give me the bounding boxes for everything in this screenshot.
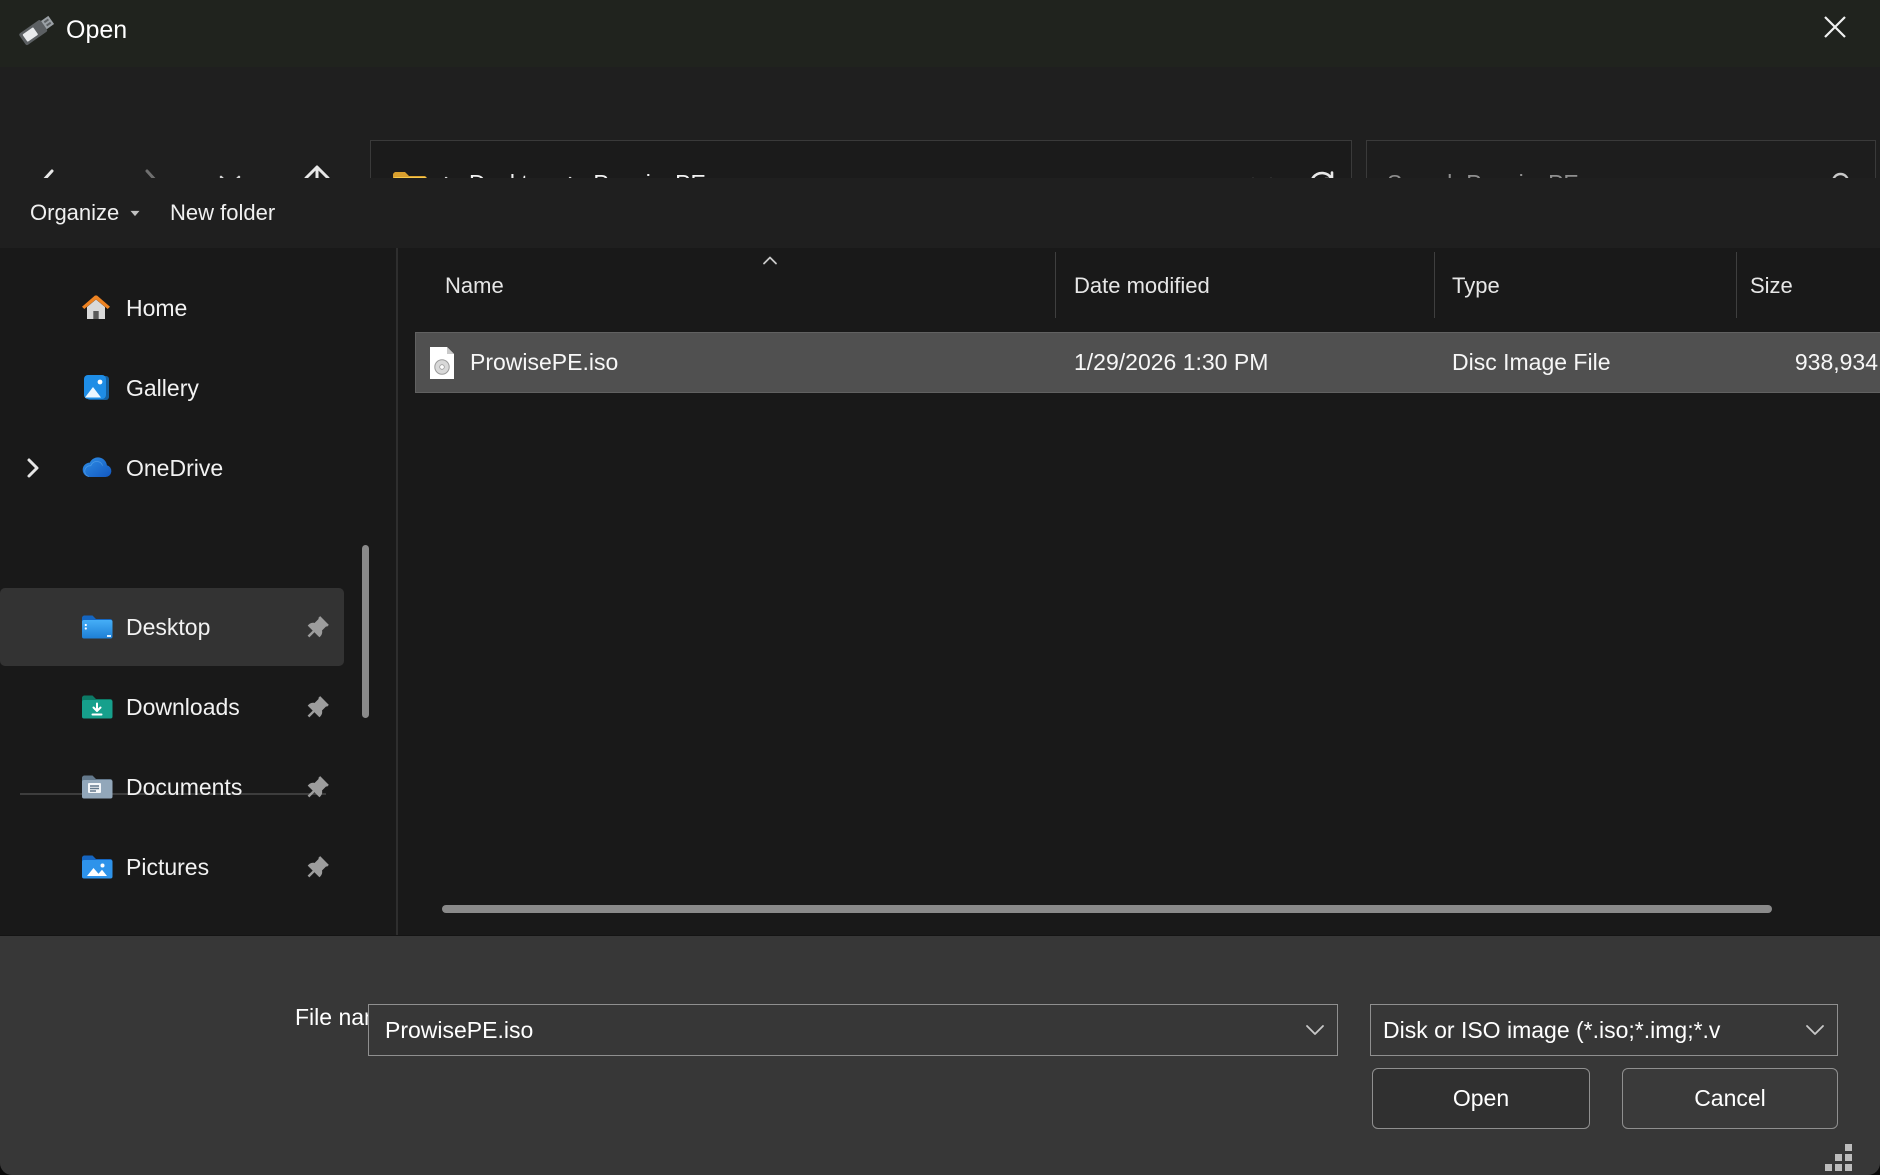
- close-button[interactable]: [1812, 6, 1858, 48]
- file-type: Disc Image File: [1452, 333, 1610, 392]
- chevron-down-icon: [131, 210, 140, 215]
- sidebar-item-downloads[interactable]: Downloads: [0, 668, 344, 746]
- sidebar-item-label: Gallery: [126, 375, 199, 402]
- sidebar-item-desktop[interactable]: Desktop: [0, 588, 344, 666]
- column-divider[interactable]: [1055, 252, 1056, 318]
- file-type-value: Disk or ISO image (*.iso;*.img;*.v: [1383, 1017, 1720, 1044]
- file-name-input[interactable]: [369, 1017, 1337, 1044]
- desktop-folder-icon: [80, 613, 114, 641]
- sort-ascending-icon: [762, 252, 778, 270]
- open-button[interactable]: Open: [1372, 1068, 1590, 1129]
- gallery-icon: [80, 373, 112, 403]
- file-size: 938,934: [1795, 333, 1878, 392]
- documents-folder-icon: [80, 773, 114, 801]
- cancel-button-label: Cancel: [1694, 1085, 1766, 1112]
- new-folder-label: New folder: [170, 200, 275, 226]
- column-header-date-modified[interactable]: Date modified: [1074, 253, 1210, 319]
- sidebar-item-home[interactable]: Home: [0, 269, 344, 347]
- sidebar-item-label: Pictures: [126, 854, 209, 881]
- chevron-down-icon: [1799, 1024, 1825, 1036]
- chevron-down-icon[interactable]: [1305, 1024, 1325, 1036]
- close-icon: [1822, 14, 1848, 40]
- downloads-folder-icon: [80, 693, 114, 721]
- sidebar-item-label: Downloads: [126, 694, 240, 721]
- title-bar: Open: [0, 0, 1880, 67]
- expand-chevron-icon[interactable]: [26, 457, 40, 479]
- column-header-size[interactable]: Size: [1750, 253, 1793, 319]
- disc-image-file-icon: [428, 333, 456, 392]
- pin-icon: [305, 694, 331, 720]
- open-button-label: Open: [1453, 1085, 1509, 1112]
- file-name: ProwisePE.iso: [470, 333, 618, 392]
- pin-icon: [305, 854, 331, 880]
- pin-icon: [305, 614, 331, 640]
- cancel-button[interactable]: Cancel: [1622, 1068, 1838, 1129]
- sidebar-item-label: Desktop: [126, 614, 210, 641]
- footer-panel: File name: Disk or ISO image (*.iso;*.im…: [0, 935, 1880, 1175]
- organize-menu-button[interactable]: Organize: [30, 178, 141, 248]
- new-folder-button[interactable]: New folder: [170, 178, 275, 248]
- column-header-type[interactable]: Type: [1452, 253, 1500, 319]
- pin-icon: [305, 774, 331, 800]
- pane-splitter[interactable]: [396, 248, 398, 935]
- sidebar-item-onedrive[interactable]: OneDrive: [0, 429, 344, 507]
- navigation-pane: Home Gallery: [0, 248, 396, 935]
- onedrive-icon: [80, 456, 114, 480]
- pictures-folder-icon: [80, 853, 114, 881]
- column-divider[interactable]: [1736, 252, 1737, 318]
- home-icon: [80, 293, 112, 323]
- file-date-modified: 1/29/2026 1:30 PM: [1074, 333, 1268, 392]
- main-area: Home Gallery: [0, 248, 1880, 935]
- file-name-combobox: [368, 1004, 1338, 1056]
- organize-label: Organize: [30, 200, 119, 226]
- sidebar-item-documents[interactable]: Documents: [0, 748, 344, 826]
- horizontal-scrollbar[interactable]: [442, 905, 1772, 913]
- resize-grip[interactable]: [1845, 1164, 1852, 1171]
- sidebar-item-label: Home: [126, 295, 187, 322]
- file-type-dropdown[interactable]: Disk or ISO image (*.iso;*.img;*.v: [1370, 1004, 1838, 1056]
- sidebar-item-gallery[interactable]: Gallery: [0, 349, 344, 427]
- sidebar-scrollbar[interactable]: [362, 545, 369, 718]
- navigation-bar: Desktop ProwisePE: [0, 67, 1880, 178]
- usb-drive-icon: [10, 6, 58, 56]
- command-bar: Organize New folder: [0, 178, 1880, 248]
- window-title: Open: [66, 0, 127, 60]
- file-row-selected[interactable]: ProwisePE.iso 1/29/2026 1:30 PM Disc Ima…: [416, 333, 1880, 392]
- sidebar-item-pictures[interactable]: Pictures: [0, 828, 344, 906]
- column-header-name[interactable]: Name: [445, 253, 504, 319]
- sidebar-item-label: Documents: [126, 774, 242, 801]
- column-divider[interactable]: [1434, 252, 1435, 318]
- sidebar-item-label: OneDrive: [126, 455, 223, 482]
- open-dialog-window: Open: [0, 0, 1880, 1175]
